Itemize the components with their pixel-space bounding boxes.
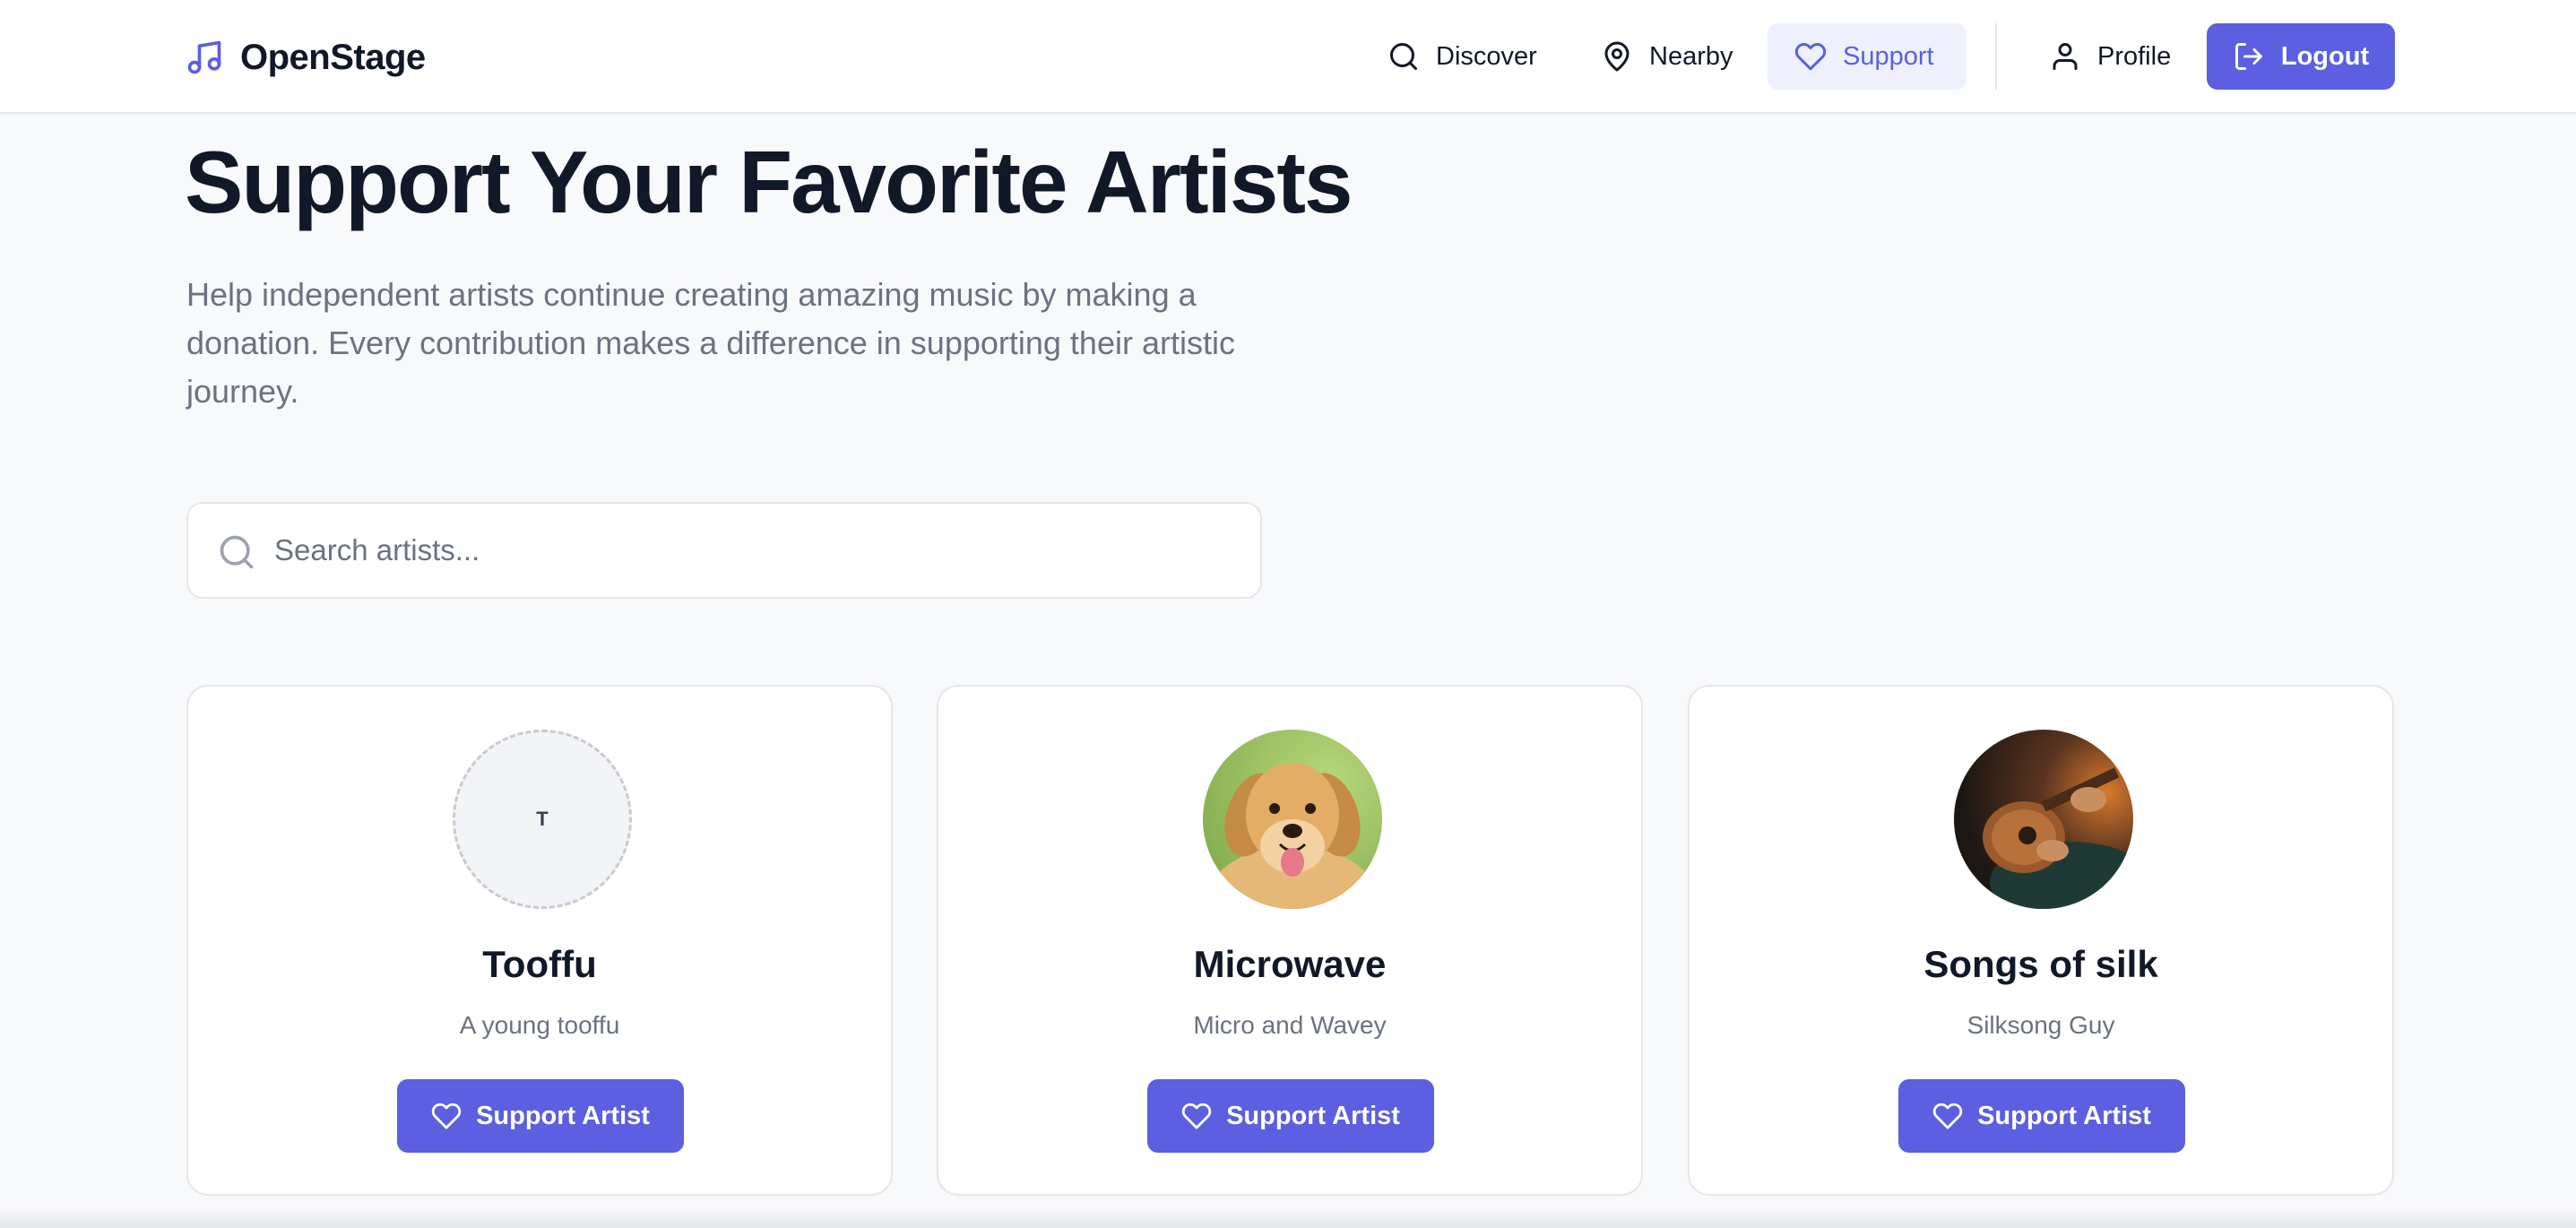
artist-name: Songs of silk xyxy=(1923,943,2158,985)
artist-description: Silksong Guy xyxy=(1967,1011,2115,1039)
logout-button[interactable]: Logout xyxy=(2207,23,2395,90)
nav-profile-label: Profile xyxy=(2097,41,2172,71)
artist-description: Micro and Wavey xyxy=(1193,1011,1387,1039)
support-artist-label: Support Artist xyxy=(476,1101,650,1130)
nav-divider xyxy=(1995,23,1997,90)
logout-label: Logout xyxy=(2280,41,2370,71)
support-artist-button[interactable]: Support Artist xyxy=(1147,1079,1434,1153)
search-icon xyxy=(1390,43,1417,70)
artist-description: A young tooffu xyxy=(459,1011,620,1039)
artist-card: T Tooffu A young tooffu Support Artist xyxy=(186,685,893,1196)
logout-icon xyxy=(2235,43,2262,70)
user-icon xyxy=(2053,43,2078,70)
nav-profile[interactable]: Profile xyxy=(2022,23,2198,90)
nav-discover-label: Discover xyxy=(1436,41,1537,71)
top-navbar: OpenStage Discover Nearby Support Profil… xyxy=(0,0,2576,114)
nav-support-label: Support xyxy=(1843,41,1934,71)
heart-icon xyxy=(431,1103,462,1129)
search-icon xyxy=(220,535,254,569)
search-bar xyxy=(186,502,1262,599)
heart-icon xyxy=(1932,1103,1963,1129)
artist-card: Microwave Micro and Wavey Support Artist xyxy=(937,685,1643,1196)
map-pin-icon xyxy=(1604,41,1629,72)
music-note-icon xyxy=(187,40,221,74)
guitar-player-photo xyxy=(1954,730,2133,909)
avatar xyxy=(1954,730,2133,909)
artist-name: Microwave xyxy=(1193,943,1387,985)
golden-retriever-photo xyxy=(1203,730,1382,909)
scroll-shadow xyxy=(0,1208,2576,1228)
page-description: Help independent artists continue creati… xyxy=(186,276,1235,410)
nav-nearby[interactable]: Nearby xyxy=(1574,23,1760,90)
brand-name: OpenStage xyxy=(240,37,426,77)
support-artist-label: Support Artist xyxy=(1226,1101,1400,1130)
artist-card: Songs of silk Silksong Guy Support Artis… xyxy=(1688,685,2394,1196)
page-title: Support Your Favorite Artists xyxy=(185,133,1353,231)
support-artist-button[interactable]: Support Artist xyxy=(1898,1079,2185,1153)
nav-discover[interactable]: Discover xyxy=(1361,23,1564,90)
avatar: T xyxy=(453,730,632,909)
artist-name: Tooffu xyxy=(482,943,597,985)
nav-support[interactable]: Support xyxy=(1768,23,1967,90)
support-artist-label: Support Artist xyxy=(1977,1101,2151,1130)
heart-icon xyxy=(1181,1103,1212,1129)
support-artist-button[interactable]: Support Artist xyxy=(397,1079,684,1153)
brand-logo[interactable]: OpenStage xyxy=(185,32,426,82)
search-input[interactable] xyxy=(274,504,1242,597)
avatar-initial: T xyxy=(536,808,549,830)
avatar xyxy=(1203,730,1382,909)
nav-nearby-label: Nearby xyxy=(1649,41,1733,71)
heart-icon xyxy=(1794,43,1827,71)
